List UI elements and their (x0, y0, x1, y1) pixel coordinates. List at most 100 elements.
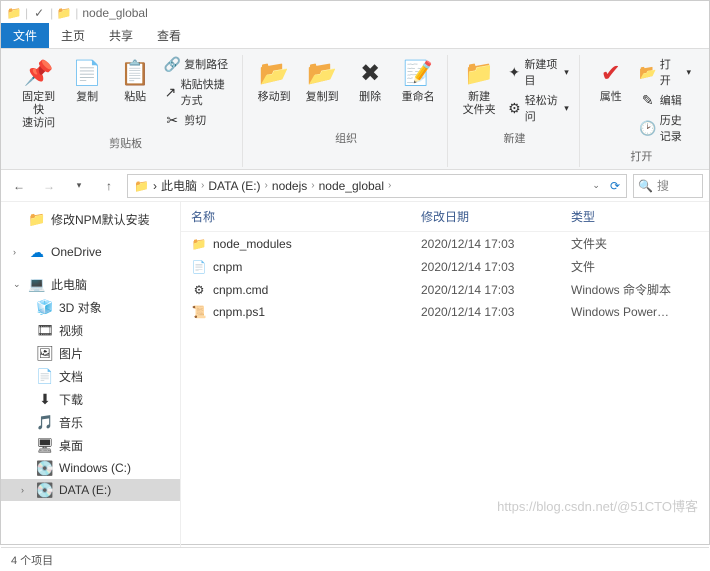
sidebar-item-npm[interactable]: 📁 修改NPM默认安装 (1, 208, 180, 231)
header-name[interactable]: 名称 (191, 208, 421, 225)
tab-file[interactable]: 文件 (1, 23, 49, 48)
ribbon: 📌 固定到快 速访问 📄 复制 📋 粘贴 🔗 复制路径 ↗ 粘贴快捷方式 (1, 49, 709, 170)
folder-icon: 📁 (191, 236, 207, 252)
save-icon[interactable]: ✓ (32, 6, 46, 20)
3d-icon: 🧊 (37, 300, 53, 316)
cut-button[interactable]: ✂ 剪切 (162, 111, 234, 129)
title-bar: 📁 | ✓ | 📁 | node_global (1, 1, 709, 25)
history-button[interactable]: 🕑 历史记录 (638, 111, 693, 145)
sidebar-item-onedrive[interactable]: ›☁ OneDrive (1, 241, 180, 263)
open-icon: 📂 (640, 64, 656, 80)
easyaccess-button[interactable]: ⚙ 轻松访问▾ (506, 91, 571, 125)
folder-small-icon: 📁 (57, 6, 71, 20)
easyaccess-icon: ⚙ (508, 100, 521, 116)
desk-icon: 🖥 (37, 438, 53, 454)
breadcrumb: nodejs› (272, 179, 315, 193)
sidebar-item[interactable]: ›💽DATA (E:) (1, 479, 180, 501)
folder-icon: 📁 (29, 212, 45, 228)
copyto-button[interactable]: 📂 复制到 (301, 55, 343, 106)
onedrive-icon: ☁ (29, 244, 45, 260)
file-row[interactable]: ⚙cnpm.cmd2020/12/14 17:03Windows 命令脚本 (181, 278, 709, 301)
sidebar-item[interactable]: ⬇下载 (1, 388, 180, 411)
video-icon: 🎞 (37, 323, 53, 339)
header-type[interactable]: 类型 (571, 208, 699, 225)
tab-home[interactable]: 主页 (49, 23, 97, 48)
up-button[interactable]: ↑ (97, 174, 121, 198)
path-icon: 🔗 (164, 56, 180, 72)
sidebar-item[interactable]: 🧊3D 对象 (1, 296, 180, 319)
group-label-clipboard: 剪贴板 (109, 132, 142, 154)
ps1-icon: 📜 (191, 304, 207, 320)
ribbon-tabs: 文件 主页 共享 查看 (1, 25, 709, 49)
edit-icon: ✎ (640, 92, 656, 108)
scissors-icon: ✂ (164, 112, 180, 128)
paste-button[interactable]: 📋 粘贴 (114, 55, 156, 106)
music-icon: 🎵 (37, 415, 53, 431)
moveto-icon: 📂 (258, 57, 290, 89)
folder-icon: 📁 (7, 6, 21, 20)
tab-share[interactable]: 共享 (97, 23, 145, 48)
newfolder-button[interactable]: 📁 新建 文件夹 (458, 55, 500, 119)
drive-icon: 💽 (37, 482, 53, 498)
file-icon: 📄 (191, 259, 207, 275)
pic-icon: 🖼 (37, 346, 53, 362)
dl-icon: ⬇ (37, 392, 53, 408)
newfolder-icon: 📁 (463, 57, 495, 89)
sidebar-item[interactable]: 📄文档 (1, 365, 180, 388)
breadcrumb: 此电脑› (161, 177, 204, 194)
ribbon-group-clipboard: 📌 固定到快 速访问 📄 复制 📋 粘贴 🔗 复制路径 ↗ 粘贴快捷方式 (9, 55, 243, 167)
copy-icon: 📄 (71, 57, 103, 89)
properties-icon: ✔ (595, 57, 627, 89)
column-headers: 名称 修改日期 类型 (181, 202, 709, 232)
navigation-pane: 📁 修改NPM默认安装 ›☁ OneDrive ⌄💻 此电脑 🧊3D 对象🎞视频… (1, 202, 181, 547)
delete-button[interactable]: ✖ 删除 (349, 55, 391, 106)
sidebar-item[interactable]: 🖥桌面 (1, 434, 180, 457)
doc-icon: 📄 (37, 369, 53, 385)
back-button[interactable]: ← (7, 174, 31, 198)
newitem-icon: ✦ (508, 64, 520, 80)
sidebar-item[interactable]: 🎞视频 (1, 319, 180, 342)
group-label-new: 新建 (503, 127, 525, 149)
sidebar-item-thispc[interactable]: ⌄💻 此电脑 (1, 273, 180, 296)
group-label-organize: 组织 (335, 127, 357, 149)
breadcrumb: node_global› (319, 179, 392, 193)
delete-icon: ✖ (354, 57, 386, 89)
search-box[interactable]: 🔍 搜 (633, 174, 703, 198)
open-button[interactable]: 📂 打开▾ (638, 55, 693, 89)
properties-button[interactable]: ✔ 属性 (590, 55, 632, 106)
ribbon-group-organize: 📂 移动到 📂 复制到 ✖ 删除 📝 重命名 组织 (245, 55, 448, 167)
file-row[interactable]: 📜cnpm.ps12020/12/14 17:03Windows Power… (181, 301, 709, 323)
sidebar-item[interactable]: 💽Windows (C:) (1, 457, 180, 479)
address-bar: ← → ▾ ↑ 📁 › 此电脑› DATA (E:)› nodejs› node… (1, 170, 709, 202)
moveto-button[interactable]: 📂 移动到 (253, 55, 295, 106)
sidebar-item[interactable]: 🖼图片 (1, 342, 180, 365)
recent-dropdown[interactable]: ▾ (67, 174, 91, 198)
rename-icon: 📝 (402, 57, 434, 89)
pin-quickaccess-button[interactable]: 📌 固定到快 速访问 (17, 55, 60, 132)
breadcrumb: DATA (E:)› (208, 179, 268, 193)
forward-button[interactable]: → (37, 174, 61, 198)
dropdown-icon[interactable]: ⌄ (592, 180, 600, 191)
paste-shortcut-button[interactable]: ↗ 粘贴快捷方式 (162, 75, 234, 109)
ribbon-group-new: 📁 新建 文件夹 ✦ 新建项目▾ ⚙ 轻松访问▾ 新建 (450, 55, 580, 167)
copyto-icon: 📂 (306, 57, 338, 89)
group-label-open: 打开 (630, 145, 652, 167)
item-count: 4 个项目 (11, 552, 53, 568)
shortcut-icon: ↗ (164, 84, 176, 100)
tab-view[interactable]: 查看 (145, 23, 193, 48)
drive-icon: 💽 (37, 460, 53, 476)
file-row[interactable]: 📄cnpm2020/12/14 17:03文件 (181, 255, 709, 278)
pin-icon: 📌 (23, 57, 55, 89)
rename-button[interactable]: 📝 重命名 (397, 55, 439, 106)
edit-button[interactable]: ✎ 编辑 (638, 91, 693, 109)
copy-button[interactable]: 📄 复制 (66, 55, 108, 106)
cmd-icon: ⚙ (191, 282, 207, 298)
header-date[interactable]: 修改日期 (421, 208, 571, 225)
folder-icon: 📁 (134, 179, 149, 193)
sidebar-item[interactable]: 🎵音乐 (1, 411, 180, 434)
refresh-icon[interactable]: ⟳ (610, 179, 620, 193)
file-row[interactable]: 📁node_modules2020/12/14 17:03文件夹 (181, 232, 709, 255)
address-field[interactable]: 📁 › 此电脑› DATA (E:)› nodejs› node_global›… (127, 174, 627, 198)
copy-path-button[interactable]: 🔗 复制路径 (162, 55, 234, 73)
newitem-button[interactable]: ✦ 新建项目▾ (506, 55, 571, 89)
